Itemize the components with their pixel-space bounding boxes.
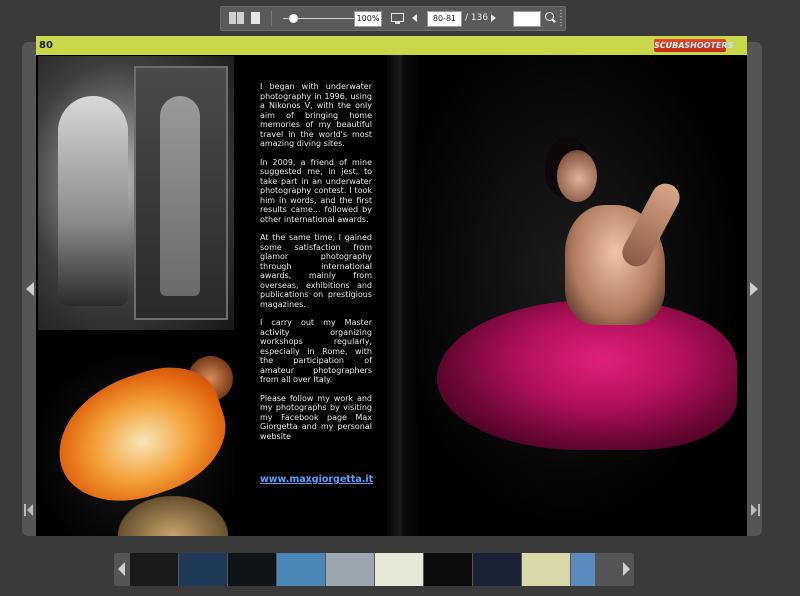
- total-pages-label: / 136: [465, 13, 489, 23]
- paragraph: I began with underwater photography in 1…: [260, 82, 372, 148]
- black-white-portrait-photo: [38, 56, 234, 330]
- viewer-toolbar: 100% 80-81 / 136: [220, 6, 566, 31]
- page-thumbnail[interactable]: [179, 553, 227, 586]
- page-number: 80: [39, 40, 53, 51]
- page-thumbnail[interactable]: [473, 553, 521, 586]
- zoom-slider-handle[interactable]: [289, 14, 298, 23]
- page-header-bar: 80 SCUBASHOOTERS: [36, 36, 747, 55]
- page-thumbnail[interactable]: [571, 553, 595, 586]
- page-thumbnail[interactable]: [130, 553, 178, 586]
- page-thumbnail[interactable]: [424, 553, 472, 586]
- paragraph: Please follow my work and my photographs…: [260, 393, 372, 441]
- page-thumbnail[interactable]: [228, 553, 276, 586]
- page-thumbnail[interactable]: [277, 553, 325, 586]
- zoom-level-field[interactable]: 100%: [354, 11, 382, 27]
- next-page-side-arrow-icon[interactable]: [750, 282, 758, 296]
- search-icon[interactable]: [545, 12, 554, 21]
- thumbnails-next-arrow-icon[interactable]: [623, 562, 630, 576]
- page-thumbnail[interactable]: [326, 553, 374, 586]
- last-page-icon[interactable]: [750, 503, 760, 517]
- article-text: I began with underwater photography in 1…: [260, 82, 372, 450]
- next-page-arrow-icon[interactable]: [491, 14, 496, 22]
- fullscreen-monitor-icon[interactable]: [391, 13, 404, 24]
- previous-page-arrow-icon[interactable]: [412, 14, 417, 22]
- toolbar-grip-handle[interactable]: [560, 10, 562, 27]
- paragraph: In 2009, a friend of mine suggested me, …: [260, 157, 372, 224]
- single-page-view-icon[interactable]: [251, 11, 261, 25]
- divider: [271, 11, 272, 26]
- page-number-input[interactable]: 80-81: [427, 11, 462, 27]
- thumbnail-list: [130, 553, 618, 586]
- nudibranch-photo: [38, 336, 241, 536]
- search-input[interactable]: [513, 11, 541, 27]
- glamour-portrait-photo: [417, 55, 747, 536]
- paragraph: At the same time, I gained some satisfac…: [260, 233, 372, 309]
- paragraph: I carry out my Master activity organizin…: [260, 318, 372, 384]
- magazine-logo: SCUBASHOOTERS: [654, 39, 734, 52]
- first-page-icon[interactable]: [24, 503, 34, 517]
- previous-page-side-arrow-icon[interactable]: [26, 282, 34, 296]
- page-thumbnail[interactable]: [375, 553, 423, 586]
- thumbnail-strip: [114, 553, 634, 586]
- book-spine: [387, 55, 417, 536]
- website-link[interactable]: www.maxgiorgetta.it: [260, 474, 373, 485]
- two-page-view-icon[interactable]: [229, 11, 245, 25]
- thumbnails-prev-arrow-icon[interactable]: [118, 562, 125, 576]
- magazine-spread: 80 SCUBASHOOTERS I began with underwater…: [36, 36, 747, 536]
- page-thumbnail[interactable]: [522, 553, 570, 586]
